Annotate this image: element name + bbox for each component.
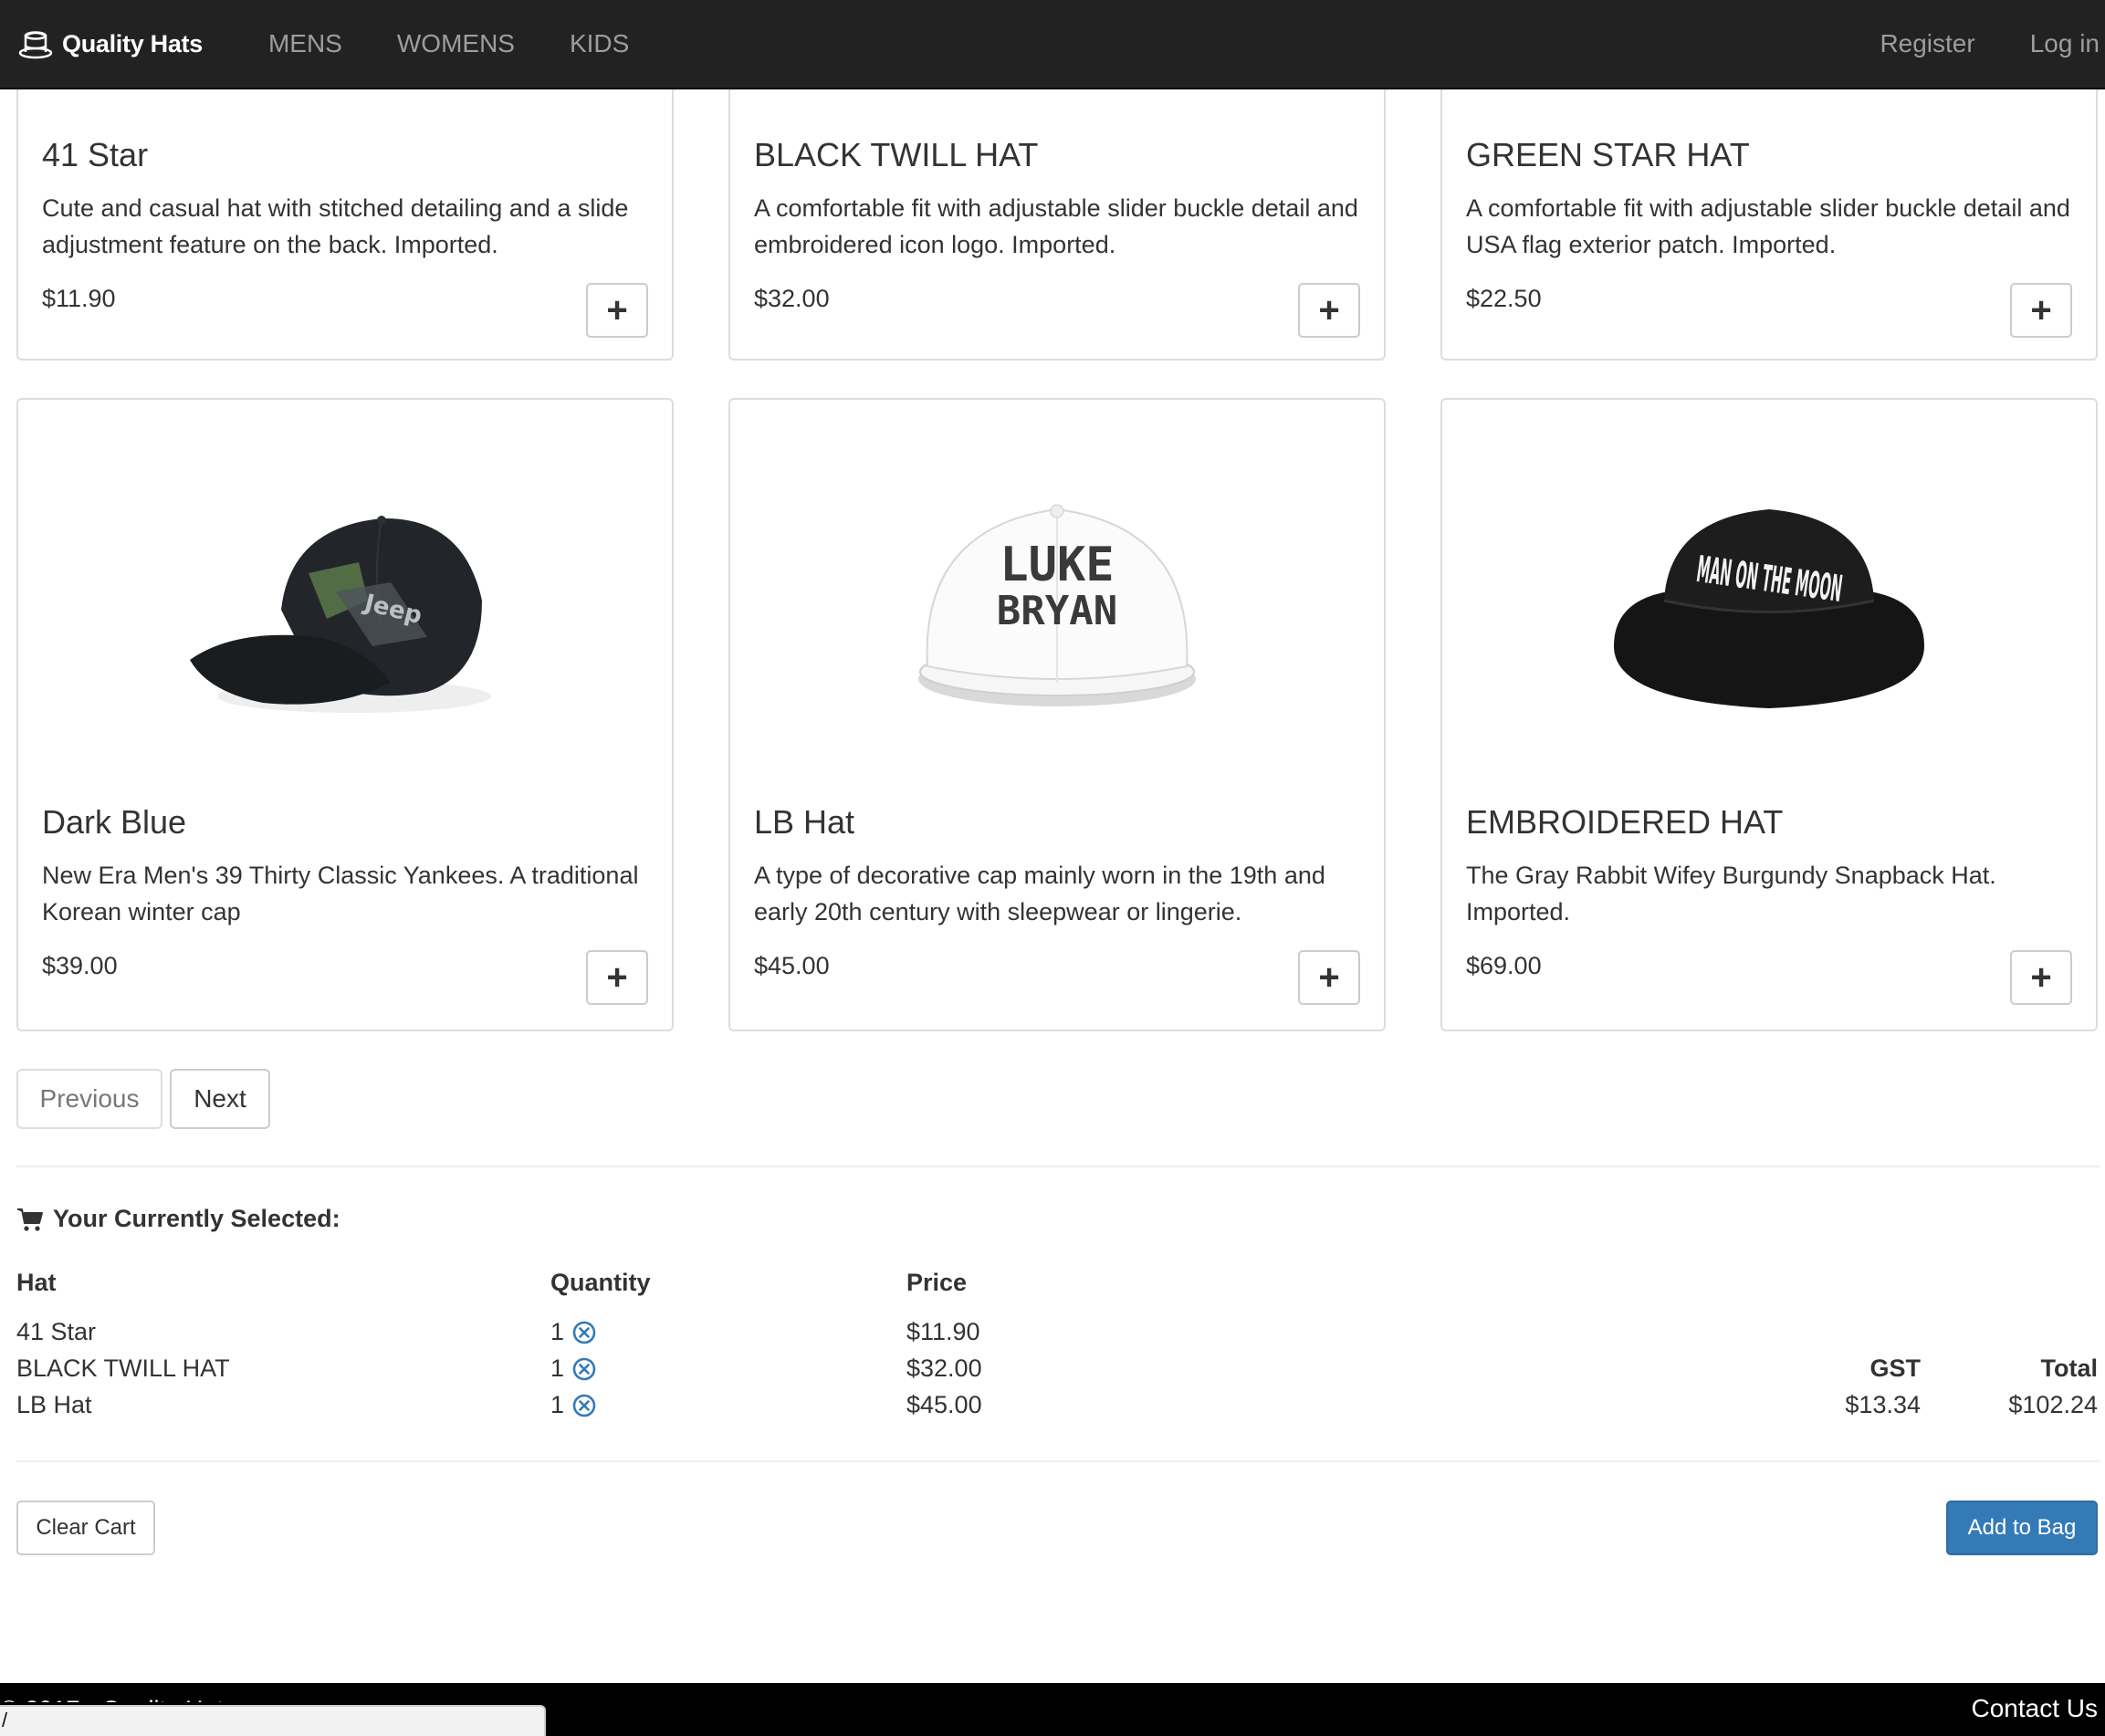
product-description: A comfortable fit with adjustable slider… [1466,194,2070,258]
product-title: LB Hat [754,803,855,841]
column-header-price: Price [906,1269,968,1296]
white-snapback-image: LUKE BRYAN [918,504,1196,706]
add-to-cart-button[interactable]: + [1298,950,1360,1005]
product-price: $11.90 [42,285,116,312]
product-card: LUKE BRYAN LB Hat A type of decorative c… [728,398,1386,1031]
column-header-quantity: Quantity [550,1269,651,1296]
product-title: 41 Star [42,136,149,173]
add-to-cart-button[interactable]: + [2010,283,2072,338]
quantity-value: 1 [550,1354,565,1382]
plus-icon: + [606,957,628,998]
previous-page-button[interactable]: Previous [16,1069,162,1129]
add-to-cart-button[interactable]: + [1298,283,1360,338]
cap-print-line-2: BRYAN [997,588,1117,634]
cart-item-quantity: 1 [550,1391,597,1419]
cart-item-price: $11.90 [906,1318,980,1345]
nav-link-womens[interactable]: WOMENS [370,0,542,89]
brand-link[interactable]: Quality Hats [18,28,203,59]
product-price: $39.00 [42,952,118,979]
plus-icon: + [2030,957,2052,998]
column-header-hat: Hat [16,1269,57,1296]
cart-item-quantity: 1 [550,1318,597,1346]
register-link[interactable]: Register [1852,0,2002,89]
product-card: Jeep Dark Blue New Era Men's 39 Thirty C… [16,398,674,1031]
add-to-cart-button[interactable]: + [2010,950,2072,1005]
plus-icon: + [2030,290,2052,330]
product-price: $45.00 [754,952,830,979]
add-to-cart-button[interactable]: + [586,283,648,338]
product-title: Dark Blue [42,803,187,841]
cart-item-quantity: 1 [550,1354,597,1383]
cart-item-price: $32.00 [906,1354,982,1382]
remove-item-icon[interactable] [571,1393,597,1418]
divider [16,1166,2100,1167]
remove-item-icon[interactable] [571,1320,597,1345]
quantity-value: 1 [550,1318,565,1345]
shopping-cart-icon [17,1208,43,1231]
divider [16,1460,2100,1462]
product-description: Cute and casual hat with stitched detail… [42,194,629,258]
product-title: EMBROIDERED HAT [1466,803,1784,841]
cap-print-line-1: LUKE [1000,538,1114,592]
cart-item-price: $45.00 [906,1391,982,1418]
plus-icon: + [1318,290,1340,330]
cart-heading-text: Your Currently Selected: [53,1205,340,1232]
product-price: $69.00 [1466,952,1542,979]
cart-heading: Your Currently Selected: [16,1205,340,1233]
category-nav: MENS WOMENS KIDS [241,0,656,89]
product-card: MAN ON THE MOON EMBROIDERED HAT The Gray… [1440,398,2098,1031]
account-nav: Register Log in [1852,0,2100,89]
cart-item-hat: LB Hat [16,1391,92,1418]
nav-link-mens[interactable]: MENS [241,0,370,89]
nav-link-kids[interactable]: KIDS [542,0,656,89]
total-label: Total [2040,1354,2099,1382]
login-link[interactable]: Log in [2003,0,2100,89]
cart-item-hat: BLACK TWILL HAT [16,1354,230,1382]
gst-value: $13.34 [1845,1391,1921,1418]
product-description: The Gray Rabbit Wifey Burgundy Snapback … [1466,862,1996,926]
product-description: New Era Men's 39 Thirty Classic Yankees.… [42,862,639,926]
contact-us-link[interactable]: Contact Us [1972,1694,2099,1723]
plus-icon: + [1318,957,1340,998]
cart-item-hat: 41 Star [16,1318,97,1345]
quantity-value: 1 [550,1391,565,1418]
add-to-bag-button[interactable]: Add to Bag [1946,1501,2098,1555]
product-title: BLACK TWILL HAT [754,136,1039,173]
page: Quality Hats MENS WOMENS KIDS Register L… [0,0,2105,1736]
next-page-button[interactable]: Next [170,1069,270,1129]
brand-name: Quality Hats [62,29,203,58]
gst-label: GST [1869,1354,1921,1382]
product-description: A type of decorative cap mainly worn in … [754,862,1325,926]
product-price: $22.50 [1466,285,1542,312]
remove-item-icon[interactable] [571,1356,597,1382]
total-value: $102.24 [2008,1391,2098,1418]
product-description: A comfortable fit with adjustable slider… [754,194,1358,258]
hat-logo-icon [18,31,53,59]
black-baseball-cap-image: Jeep [190,516,491,713]
clear-cart-button[interactable]: Clear Cart [16,1501,155,1555]
product-price: $32.00 [754,285,830,312]
product-title: GREEN STAR HAT [1466,136,1750,173]
navbar: Quality Hats MENS WOMENS KIDS Register L… [0,0,2105,89]
add-to-cart-button[interactable]: + [586,950,648,1005]
browser-status-bar: / [0,1705,546,1736]
plus-icon: + [606,290,628,330]
black-bucket-hat-image: MAN ON THE MOON [1614,509,1924,708]
